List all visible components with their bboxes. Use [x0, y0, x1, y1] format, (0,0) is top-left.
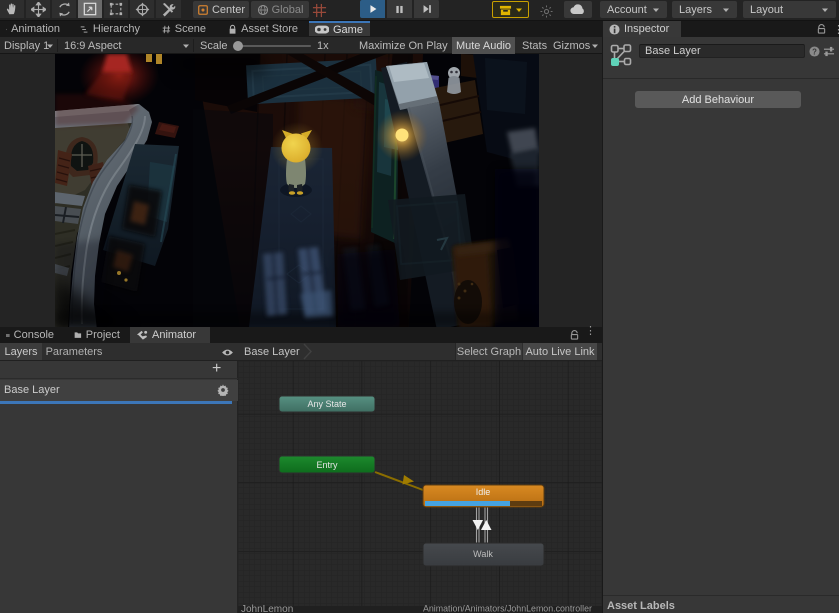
svg-text:Any State: Any State — [307, 399, 346, 409]
svg-text:Walk: Walk — [473, 549, 493, 559]
svg-text:Entry: Entry — [316, 460, 338, 470]
svg-text:Idle: Idle — [476, 487, 491, 497]
svg-text:?: ? — [812, 47, 817, 56]
